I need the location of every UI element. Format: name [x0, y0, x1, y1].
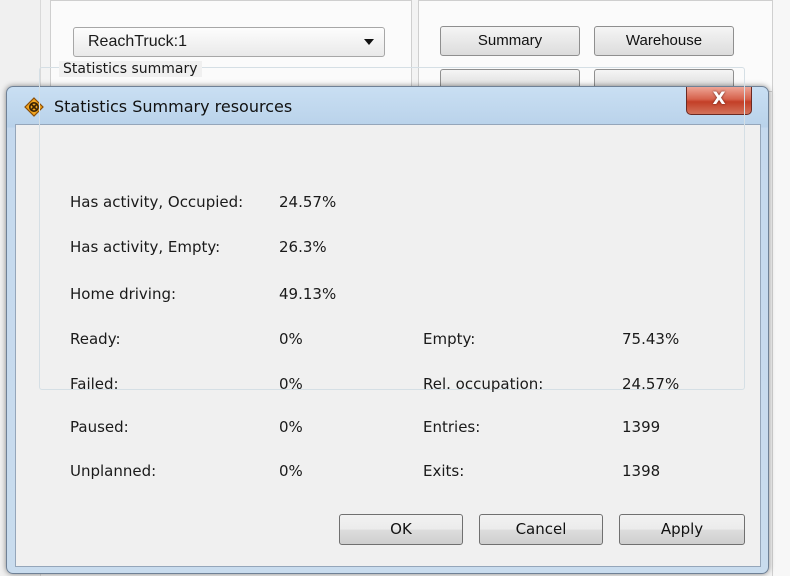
- stat-value: 75.43%: [622, 330, 680, 348]
- stat-label: Rel. occupation:: [423, 375, 544, 393]
- resource-combobox[interactable]: ReachTruck:1: [73, 27, 385, 57]
- right-strip: [772, 0, 790, 576]
- stat-value: 1399: [622, 418, 661, 436]
- stat-label: Paused:: [70, 418, 129, 436]
- stat-label: Has activity, Occupied:: [70, 193, 244, 211]
- ok-button[interactable]: OK: [339, 514, 463, 545]
- stat-value: 0%: [279, 330, 303, 348]
- warehouse-button[interactable]: Warehouse: [594, 26, 734, 56]
- stat-label: Failed:: [70, 375, 119, 393]
- stat-label: Ready:: [70, 330, 121, 348]
- stat-label: Entries:: [423, 418, 481, 436]
- apply-button[interactable]: Apply: [619, 514, 745, 545]
- summary-button[interactable]: Summary: [440, 26, 580, 56]
- cancel-button[interactable]: Cancel: [479, 514, 603, 545]
- stat-value: 1398: [622, 462, 661, 480]
- stat-label: Empty:: [423, 330, 476, 348]
- statistics-group-title: Statistics summary: [59, 61, 202, 77]
- resource-combobox-value: ReachTruck:1: [88, 33, 187, 50]
- stat-label: Unplanned:: [70, 462, 157, 480]
- stat-value: 0%: [279, 462, 303, 480]
- stat-value: 26.3%: [279, 238, 327, 256]
- stat-value: 24.57%: [279, 193, 337, 211]
- stat-value: 49.13%: [279, 285, 337, 303]
- stat-label: Home driving:: [70, 285, 177, 303]
- stat-label: Exits:: [423, 462, 465, 480]
- chevron-down-icon: [364, 39, 374, 45]
- stat-value: 0%: [279, 418, 303, 436]
- stat-value: 0%: [279, 375, 303, 393]
- stat-label: Has activity, Empty:: [70, 238, 221, 256]
- stat-value: 24.57%: [622, 375, 680, 393]
